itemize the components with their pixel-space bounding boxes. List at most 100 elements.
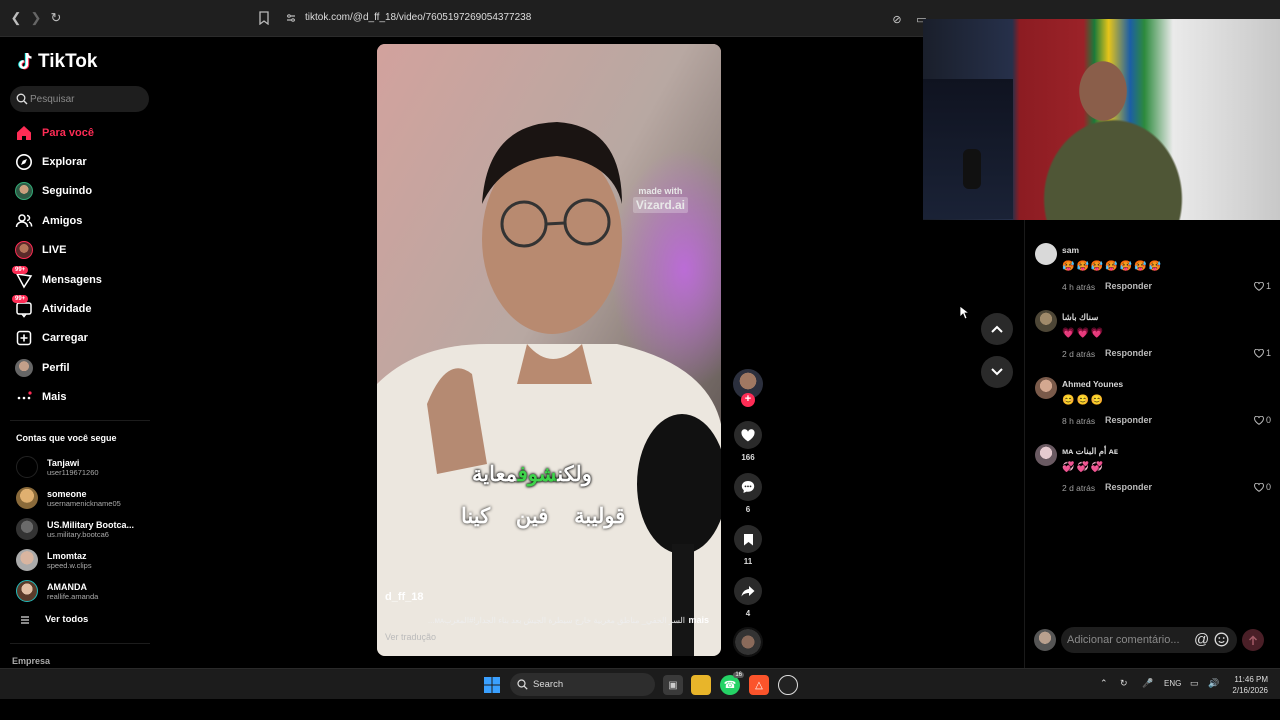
emoji-icon[interactable]	[1214, 632, 1229, 647]
reply-button[interactable]: Responder	[1105, 348, 1152, 358]
volume-icon[interactable]: 🔊	[1208, 678, 1219, 689]
comment-author[interactable]: سناك باشا	[1062, 312, 1098, 323]
taskbar-search[interactable]: Search	[510, 673, 655, 696]
brave-browser-icon[interactable]: △	[749, 675, 769, 695]
account-name: AMANDA	[47, 581, 87, 592]
avatar[interactable]	[1035, 444, 1057, 466]
menu-item-following[interactable]: Seguindo	[14, 181, 154, 201]
windows-start-icon[interactable]	[484, 677, 500, 693]
followed-account[interactable]: US.Military Bootca... us.military.bootca6	[16, 516, 156, 542]
comment-like-count: 1	[1265, 281, 1271, 291]
follow-plus-icon[interactable]: +	[741, 393, 755, 407]
tiktok-logo[interactable]: TikTok	[16, 51, 97, 73]
video-author-username[interactable]: d_ff_18	[385, 591, 424, 603]
like-count: 166	[741, 453, 755, 462]
menu-label: Mensagens	[42, 274, 102, 286]
followed-account[interactable]: AMANDA reallife.amanda	[16, 578, 156, 604]
account-name: US.Military Bootca...	[47, 519, 135, 530]
comment-like-button[interactable]: 1	[1254, 348, 1271, 358]
menu-label: Para você	[42, 127, 94, 139]
subtitle-part: معاية	[472, 463, 518, 486]
see-all-link[interactable]: Ver todos	[20, 614, 88, 625]
comment-button[interactable]	[734, 473, 762, 501]
menu-label: Amigos	[42, 215, 83, 227]
avatar	[16, 580, 38, 602]
avatar[interactable]	[1035, 310, 1057, 332]
menu-item-friends[interactable]: Amigos	[14, 211, 154, 231]
forward-icon[interactable]: ❯	[28, 10, 44, 26]
video-subtitle-line1: ولكنشوفمعاية	[472, 462, 592, 487]
monitor-icon[interactable]: ▭	[1190, 678, 1199, 689]
save-action: 11	[730, 525, 766, 566]
comment-like-button[interactable]: 1	[1254, 281, 1271, 291]
address-bar[interactable]: tiktok.com/@d_ff_18/video/76051972690543…	[305, 12, 531, 23]
divider	[10, 643, 150, 644]
comment-like-button[interactable]: 0	[1254, 415, 1271, 425]
save-button[interactable]	[734, 525, 762, 553]
followed-account[interactable]: someone usernamenickname05	[16, 485, 156, 511]
reply-button[interactable]: Responder	[1105, 415, 1152, 425]
reply-button[interactable]: Responder	[1105, 482, 1152, 492]
avatar[interactable]	[1035, 243, 1057, 265]
followed-account[interactable]: Tanjawi user119671260	[16, 454, 156, 480]
search-box[interactable]	[10, 86, 149, 112]
reload-icon[interactable]: ↻	[48, 10, 64, 26]
next-video-button[interactable]	[981, 356, 1013, 388]
comment-input-box[interactable]: @	[1061, 627, 1237, 653]
avatar[interactable]	[1035, 377, 1057, 399]
comment-like-button[interactable]: 0	[1254, 482, 1271, 492]
tray-chevron-up-icon[interactable]: ⌃	[1100, 678, 1108, 689]
music-disc-icon[interactable]	[733, 627, 763, 657]
comment-author[interactable]: sam	[1062, 245, 1079, 255]
mic-icon[interactable]: 🎤	[1142, 678, 1153, 689]
comment-like-count: 0	[1265, 482, 1271, 492]
see-all-label: Ver todos	[45, 614, 89, 625]
back-icon[interactable]: ❮	[8, 10, 24, 26]
share-button[interactable]	[734, 577, 762, 605]
bookmark-icon[interactable]	[258, 11, 270, 25]
menu-item-messages[interactable]: 99+ Mensagens	[12, 266, 154, 290]
comment-author[interactable]: Ahmed Younes	[1062, 379, 1123, 389]
arrow-up-icon	[1248, 634, 1258, 645]
comment-time: 8 h atrás	[1062, 416, 1096, 426]
menu-item-for-you[interactable]: Para você	[14, 123, 154, 143]
menu-item-explore[interactable]: Explorar	[14, 152, 154, 172]
task-view-icon[interactable]: ▣	[663, 675, 683, 695]
video-description: السر الخفي_ مناطق مغربية خارج سيطرة الجي…	[427, 616, 685, 625]
sync-icon[interactable]: ↻	[1120, 678, 1128, 689]
search-input[interactable]	[30, 86, 145, 112]
see-translation-button[interactable]: Ver tradução	[385, 632, 436, 642]
footer-company-link[interactable]: Empresa	[12, 656, 50, 666]
no-tracking-icon[interactable]: ⊘	[890, 13, 904, 27]
send-comment-button[interactable]	[1242, 629, 1264, 651]
heart-icon	[741, 428, 755, 441]
comment-item: سناك باشا 💗💗💗 2 d atrás Responder 1	[1035, 309, 1271, 367]
menu-item-upload[interactable]: Carregar	[14, 328, 154, 348]
menu-item-more[interactable]: Mais	[14, 387, 154, 407]
reply-button[interactable]: Responder	[1105, 281, 1152, 291]
menu-item-live[interactable]: LIVE	[14, 240, 154, 260]
obs-icon[interactable]	[778, 675, 798, 695]
previous-video-button[interactable]	[981, 313, 1013, 345]
comment-like-count: 1	[1265, 348, 1271, 358]
menu-item-activity[interactable]: 99+ Atividade	[12, 295, 154, 319]
video-subtitle-line2: قوليبة فين كينا	[461, 505, 626, 528]
menu-item-profile[interactable]: Perfil	[14, 358, 154, 378]
menu-label: Carregar	[42, 332, 88, 344]
whatsapp-icon[interactable]: ☎ 16	[720, 672, 744, 695]
description-more-button[interactable]: mais	[688, 615, 709, 625]
language-indicator[interactable]: ENG	[1164, 679, 1181, 688]
video-player[interactable]: made with Vizard.ai ولكنشوفمعاية قوليبة …	[377, 44, 721, 656]
search-icon	[16, 93, 28, 105]
followed-account[interactable]: Lmomtaz speed.w.clips	[16, 547, 156, 573]
mention-icon[interactable]: @	[1194, 631, 1209, 648]
site-settings-icon[interactable]	[286, 13, 296, 23]
account-name: Lmomtaz	[47, 550, 87, 561]
system-clock[interactable]: 11:46 PM 2/16/2026	[1224, 674, 1268, 696]
comment-input[interactable]	[1067, 627, 1192, 653]
file-explorer-icon[interactable]	[691, 675, 711, 695]
profile-avatar-icon	[14, 358, 34, 378]
comment-author[interactable]: ᴍᴀ أم البنات ᴀᴇ	[1062, 446, 1118, 457]
like-button[interactable]	[734, 421, 762, 449]
account-username: usernamenickname05	[47, 498, 121, 508]
